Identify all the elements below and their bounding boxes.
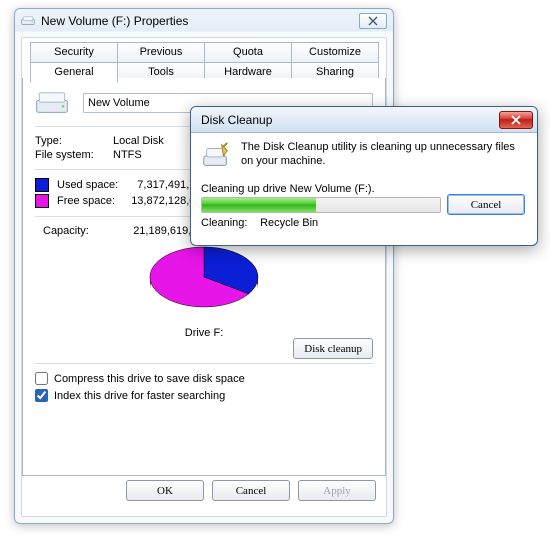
tab-customize[interactable]: Customize <box>291 42 379 63</box>
compress-checkbox-row[interactable]: Compress this drive to save disk space <box>35 372 373 385</box>
cleaning-label: Cleaning: <box>201 217 257 229</box>
compress-label: Compress this drive to save disk space <box>54 373 245 385</box>
type-label: Type: <box>35 135 113 147</box>
tab-security[interactable]: Security <box>30 42 118 63</box>
ok-button[interactable]: OK <box>126 480 204 501</box>
close-button[interactable] <box>359 13 387 29</box>
drive-icon <box>21 15 35 27</box>
window-title: New Volume (F:) Properties <box>41 14 353 28</box>
separator <box>35 363 373 364</box>
compress-checkbox[interactable] <box>35 372 48 385</box>
cleaning-value: Recycle Bin <box>260 217 318 229</box>
broom-drive-icon <box>201 141 231 171</box>
close-icon <box>510 115 522 125</box>
titlebar[interactable]: New Volume (F:) Properties <box>15 9 393 33</box>
tab-general[interactable]: General <box>30 62 118 83</box>
cleanup-message: The Disk Cleanup utility is cleaning up … <box>241 141 525 169</box>
modal-title: Disk Cleanup <box>201 113 499 127</box>
disk-cleanup-button[interactable]: Disk cleanup <box>293 338 373 359</box>
cancel-button[interactable]: Cancel <box>212 480 290 501</box>
free-label: Free space: <box>57 195 129 207</box>
properties-window: New Volume (F:) Properties Security Prev… <box>14 8 394 524</box>
close-icon <box>368 16 378 26</box>
fs-label: File system: <box>35 149 113 161</box>
tab-quota[interactable]: Quota <box>204 42 292 63</box>
progress-fill <box>202 198 316 212</box>
index-checkbox[interactable] <box>35 389 48 402</box>
used-swatch <box>35 178 49 192</box>
free-swatch <box>35 194 49 208</box>
index-checkbox-row[interactable]: Index this drive for faster searching <box>35 389 373 402</box>
used-label: Used space: <box>57 179 129 191</box>
progress-bar <box>201 197 441 213</box>
usage-pie-chart <box>139 243 269 321</box>
dialog-buttons: OK Cancel Apply <box>22 480 386 510</box>
modal-titlebar[interactable]: Disk Cleanup <box>191 107 537 133</box>
drive-large-icon <box>35 90 69 116</box>
cleanup-cancel-button[interactable]: Cancel <box>447 194 525 215</box>
modal-close-button[interactable] <box>499 111 533 129</box>
tab-previous-versions[interactable]: Previous versions <box>117 42 205 63</box>
apply-button[interactable]: Apply <box>298 480 376 501</box>
capacity-label: Capacity: <box>35 225 119 237</box>
disk-cleanup-dialog: Disk Cleanup The Disk Cleanup utility is… <box>190 106 538 246</box>
index-label: Index this drive for faster searching <box>54 390 225 402</box>
